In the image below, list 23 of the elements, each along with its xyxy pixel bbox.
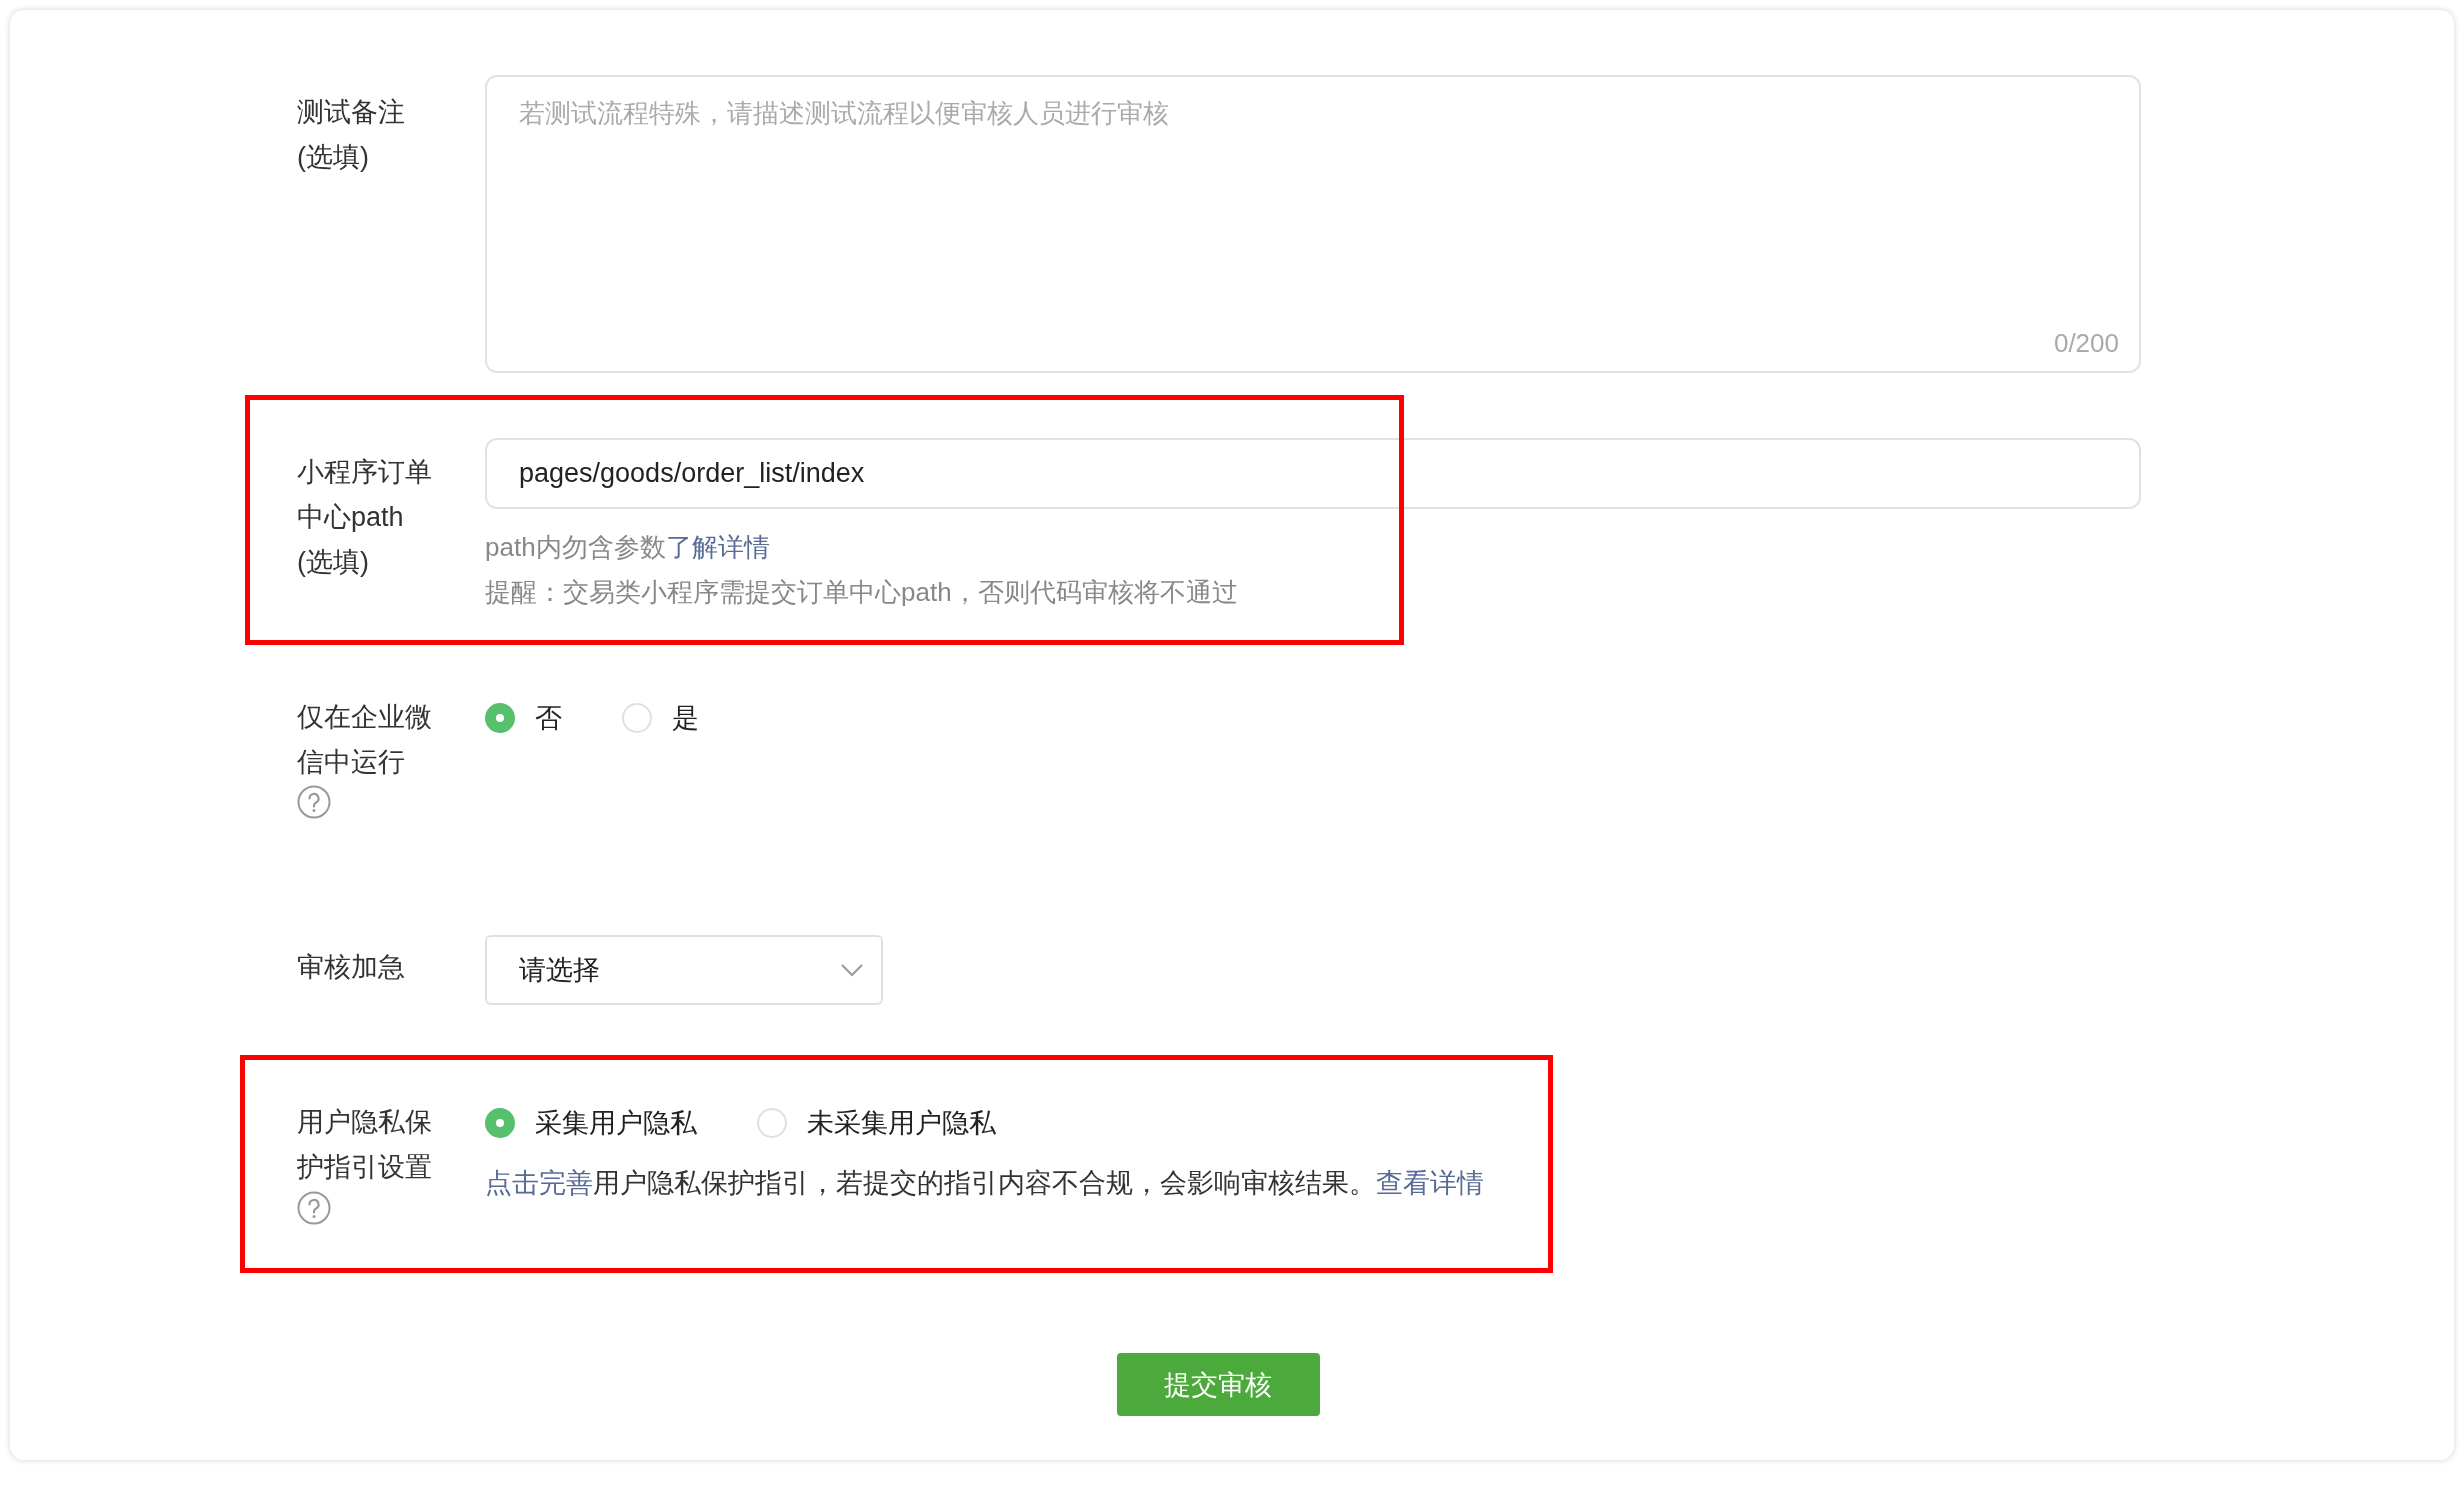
hint-text: path内勿含参数了解详情 — [485, 531, 771, 564]
hint-text: 点击完善用户隐私保护指引，若提交的指引内容不合规，会影响审核结果。查看详情 — [485, 1167, 1485, 1200]
caret-icon — [841, 963, 863, 977]
hint-text: 提醒：交易类小程序需提交订单中心path，否则代码审核将不通过 — [485, 576, 1239, 609]
radio-circle[interactable] — [485, 1107, 515, 1138]
help-icon[interactable] — [297, 1191, 331, 1225]
field-label: 审核加急 — [297, 951, 406, 984]
field-label: 小程序订单中心path(选填) — [297, 456, 433, 579]
radio-option[interactable]: 未采集用户隐私 — [757, 1104, 996, 1141]
path-input-field[interactable]: pages/goods/order_list/index — [485, 438, 2141, 509]
details-link[interactable]: 了解详情 — [665, 532, 770, 562]
field-label: 仅在企业微信中运行 — [297, 701, 433, 779]
details-link[interactable]: 点击完善 — [485, 1168, 593, 1198]
radio-option[interactable]: 否 — [485, 699, 562, 736]
radio-circle[interactable] — [485, 702, 515, 733]
radio-option[interactable]: 采集用户隐私 — [485, 1104, 697, 1141]
field-label: 测试备注(选填) — [297, 96, 406, 174]
radio-option[interactable]: 是 — [622, 699, 699, 736]
help-icon[interactable] — [297, 785, 331, 819]
character-counter: 0/200 — [2053, 327, 2119, 359]
select-dropdown[interactable]: 请选择 — [485, 935, 883, 1005]
field-label: 用户隐私保护指引设置 — [297, 1106, 433, 1184]
details-link[interactable]: 查看详情 — [1376, 1168, 1484, 1198]
